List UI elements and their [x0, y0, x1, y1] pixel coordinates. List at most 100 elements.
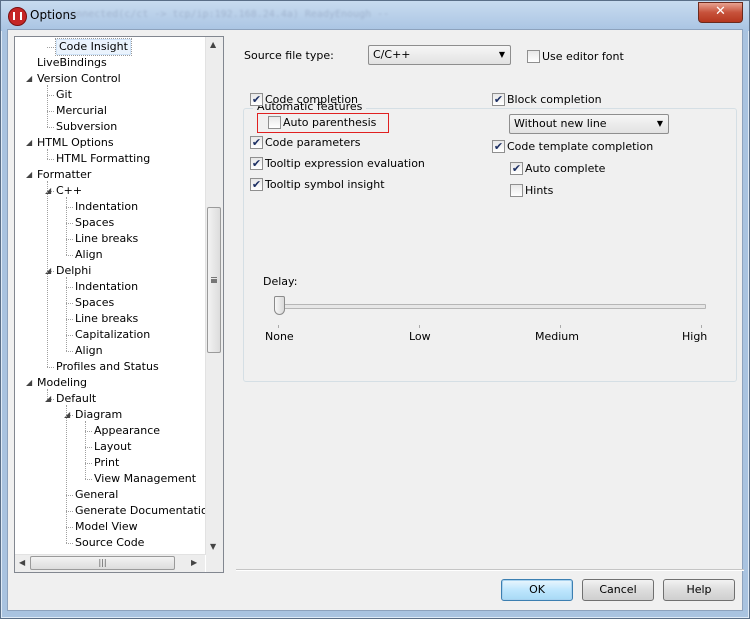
chevron-down-icon: ▼: [498, 50, 505, 59]
tree-connector: [66, 511, 73, 512]
scroll-left-icon[interactable]: ◀: [19, 558, 25, 567]
tree-item[interactable]: HTML Formatting: [56, 151, 150, 167]
title-bar[interactable]: Options -- connected(c/ct -> tcp/ip:192.…: [1, 1, 749, 31]
automatic-features-group: [243, 108, 737, 382]
tree-connector: [47, 149, 48, 159]
tree-item[interactable]: Formatter: [37, 167, 91, 183]
tree-item[interactable]: Subversion: [56, 119, 117, 135]
delay-slider-thumb[interactable]: [274, 296, 285, 315]
checkmark-icon: ✔: [251, 136, 262, 149]
tree-item[interactable]: Default: [56, 391, 96, 407]
cancel-button[interactable]: Cancel: [582, 579, 654, 601]
tree-item[interactable]: Source Code: [75, 535, 144, 551]
tree-item[interactable]: Model View: [75, 519, 138, 535]
footer-separator: [236, 569, 744, 571]
code-template-label: Code template completion: [507, 140, 654, 153]
tree-item[interactable]: Diagram: [75, 407, 122, 423]
tree-connector: [66, 351, 73, 352]
tree-item[interactable]: Git: [56, 87, 72, 103]
tooltip-symbol-checkbox[interactable]: ✔: [250, 178, 263, 191]
delay-tick: [701, 325, 702, 328]
delay-slider-track[interactable]: [280, 304, 706, 309]
scroll-corner: [206, 555, 223, 572]
tree-item[interactable]: Indentation: [75, 199, 138, 215]
tree-item[interactable]: Modeling: [37, 375, 87, 391]
chevron-down-icon: ▼: [656, 119, 663, 128]
tree-item[interactable]: Version Control: [37, 71, 121, 87]
code-parameters-checkbox[interactable]: ✔: [250, 136, 263, 149]
tree-item[interactable]: Line breaks: [75, 311, 138, 327]
block-completion-mode-combo[interactable]: Without new line ▼: [509, 114, 669, 134]
tooltip-expression-checkbox[interactable]: ✔: [250, 157, 263, 170]
tree-horizontal-scroll-thumb[interactable]: |||: [30, 556, 175, 570]
tree-item[interactable]: Generate Documentation: [75, 503, 205, 519]
tree-item[interactable]: Indentation: [75, 279, 138, 295]
tree-item[interactable]: General: [75, 487, 118, 503]
tree-connector: [66, 207, 73, 208]
dialog-body: Code Insight LiveBindings ◢ Version Control…: [7, 29, 744, 611]
delay-tick: [278, 325, 279, 328]
tree-item[interactable]: Delphi: [56, 263, 91, 279]
tree-item[interactable]: Profiles and Status: [56, 359, 159, 375]
delay-label: Delay:: [263, 275, 298, 288]
tree-connector: [47, 159, 54, 160]
tree-item[interactable]: Align: [75, 343, 103, 359]
use-editor-font-checkbox[interactable]: [527, 50, 540, 63]
tree-item[interactable]: Layout: [94, 439, 131, 455]
checkmark-icon: ✔: [511, 162, 522, 175]
delay-tick-none: None: [265, 330, 294, 343]
delay-tick-medium: Medium: [535, 330, 579, 343]
hints-checkbox[interactable]: [510, 184, 523, 197]
scroll-up-icon[interactable]: ▲: [210, 40, 216, 49]
tree-vertical-scrollbar[interactable]: ▲ ▼: [205, 37, 223, 555]
scroll-right-icon[interactable]: ▶: [191, 558, 197, 567]
tree-item[interactable]: Print: [94, 455, 119, 471]
tree-item[interactable]: Spaces: [75, 295, 114, 311]
tree-item[interactable]: Code Insight: [55, 38, 132, 56]
block-completion-label: Block completion: [507, 93, 602, 106]
tree-item[interactable]: Capitalization: [75, 327, 150, 343]
options-tree[interactable]: Code Insight LiveBindings ◢ Version Control…: [14, 36, 224, 573]
source-file-type-label: Source file type:: [244, 49, 334, 62]
tooltip-symbol-label: Tooltip symbol insight: [265, 178, 385, 191]
tree-horizontal-scrollbar[interactable]: ◀ ||| ▶: [15, 554, 205, 572]
tree-connector: [47, 47, 54, 48]
ok-button[interactable]: OK: [501, 579, 573, 601]
tree-item[interactable]: Spaces: [75, 215, 114, 231]
tree-expand-icon[interactable]: ◢: [26, 375, 34, 391]
auto-complete-checkbox[interactable]: ✔: [510, 162, 523, 175]
block-completion-mode-value: Without new line: [514, 117, 607, 130]
tree-item[interactable]: LiveBindings: [37, 55, 107, 71]
tree-connector: [66, 239, 73, 240]
scroll-down-icon[interactable]: ▼: [210, 542, 216, 551]
app-icon: [8, 7, 27, 26]
tree-expand-icon[interactable]: ◢: [26, 135, 34, 151]
tree-expand-icon[interactable]: ◢: [26, 167, 34, 183]
tree-item[interactable]: Mercurial: [56, 103, 107, 119]
source-file-type-combo[interactable]: C/C++ ▼: [368, 45, 511, 65]
tree-connector: [66, 319, 73, 320]
block-completion-checkbox[interactable]: ✔: [492, 93, 505, 106]
tree-connector: [66, 287, 73, 288]
tree-expand-icon[interactable]: ◢: [26, 71, 34, 87]
auto-parenthesis-checkbox[interactable]: [268, 116, 281, 129]
code-template-checkbox[interactable]: ✔: [492, 140, 505, 153]
tree-connector: [47, 95, 54, 96]
code-completion-checkbox[interactable]: ✔: [250, 93, 263, 106]
tree-item[interactable]: Align: [75, 247, 103, 263]
checkmark-icon: ✔: [493, 93, 504, 106]
tree-connector: [47, 367, 54, 368]
tree-item[interactable]: HTML Options: [37, 135, 114, 151]
tree-item[interactable]: View Management: [94, 471, 196, 487]
tree-connector: [47, 127, 54, 128]
tree-item[interactable]: Appearance: [94, 423, 160, 439]
tree-connector: [66, 527, 73, 528]
tree-item[interactable]: C++: [56, 183, 82, 199]
blurred-background-text: -- connected(c/ct -> tcp/ip:192.168.24.4…: [46, 9, 390, 20]
tree-connector: [66, 303, 73, 304]
tree-connector: [66, 255, 73, 256]
tree-item[interactable]: Line breaks: [75, 231, 138, 247]
close-button[interactable]: ✕: [698, 2, 743, 23]
tree-vertical-scroll-thumb[interactable]: [207, 207, 221, 353]
help-button[interactable]: Help: [663, 579, 735, 601]
